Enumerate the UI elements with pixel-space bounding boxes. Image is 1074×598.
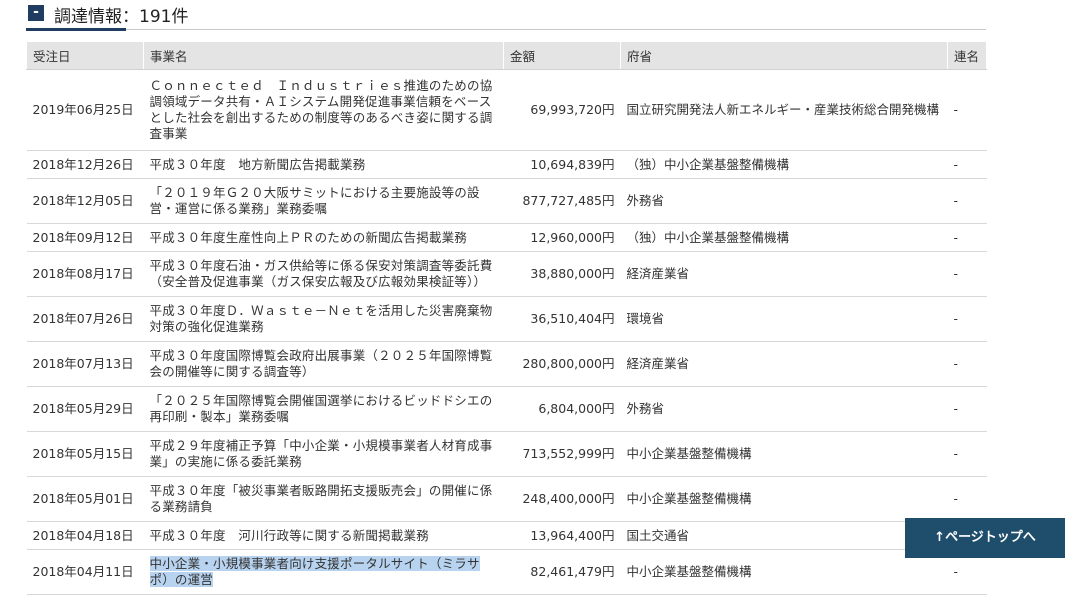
cell-ministry: 経済産業省 (620, 341, 948, 387)
cell-ministry: 国土交通省 (620, 521, 948, 550)
table-row: 2018年05月29日 「２０２５年国際博覧会開催国選挙におけるビッドドシエの再… (26, 386, 987, 432)
cell-project-name: 平成３０年度国際博覧会政府出展事業（２０２５年国際博覧会の開催等に関する調査等） (143, 341, 504, 387)
table-row: 2018年05月15日 平成２９年度補正予算「中小企業・小規模事業者人材育成事業… (26, 431, 987, 477)
section-accent-bar (26, 28, 126, 31)
table-row: 2019年06月25日 Ｃｏｎｎｅｃｔｅｄ Ｉｎｄｕｓｔｒｉｅｓ推進のための協調… (26, 69, 987, 151)
selected-text-highlight[interactable]: 中小企業・小規模事業者向け支援ポータルサイト（ミラサポ）の運営 (149, 556, 480, 587)
cell-joint: - (947, 431, 987, 477)
cell-amount: 877,727,485円 (503, 178, 621, 224)
table-row: 2018年07月26日 平成３０年度Ｄ．Ｗａｓｔｅ－Ｎｅｔを活用した災害廃棄物対… (26, 296, 987, 342)
cell-amount: 6,804,000円 (503, 386, 621, 432)
cell-amount: 13,964,400円 (503, 521, 621, 550)
cell-amount: 69,993,720円 (503, 69, 621, 151)
table-row: 2018年04月18日 平成３０年度 河川行政等に関する新聞掲載業務 13,96… (26, 521, 987, 550)
cell-project-name: 平成３０年度 河川行政等に関する新聞掲載業務 (143, 521, 504, 550)
cell-project-name: 中小企業・小規模事業者向け支援ポータルサイト（ミラサポ）の運営 (143, 549, 504, 595)
cell-ministry: 中小企業基盤整備機構 (620, 431, 948, 477)
cell-order-date: 2018年04月18日 (26, 521, 144, 550)
cell-amount: 82,461,479円 (503, 549, 621, 595)
column-header-order-date: 受注日 (26, 41, 144, 70)
cell-joint: - (947, 223, 987, 252)
cell-amount: 10,694,839円 (503, 150, 621, 179)
column-header-amount: 金額 (503, 41, 621, 70)
cell-project-name: 平成３０年度Ｄ．Ｗａｓｔｅ－Ｎｅｔを活用した災害廃棄物対策の強化促進業務 (143, 296, 504, 342)
cell-project-name: 平成３０年度「被災事業者販路開拓支援販売会」の開催に係る業務請負 (143, 476, 504, 522)
cell-ministry: 環境省 (620, 296, 948, 342)
column-header-ministry: 府省 (620, 41, 948, 70)
collapse-toggle-button[interactable]: - (28, 5, 44, 21)
cell-ministry: 中小企業基盤整備機構 (620, 549, 948, 595)
section-title: 調達情報：191件 (54, 7, 189, 27)
cell-joint: - (947, 178, 987, 224)
cell-ministry: 外務省 (620, 386, 948, 432)
cell-joint: - (947, 150, 987, 179)
cell-order-date: 2018年05月01日 (26, 476, 144, 522)
cell-amount: 248,400,000円 (503, 476, 621, 522)
cell-ministry: （独）中小企業基盤整備機構 (620, 150, 948, 179)
cell-order-date: 2018年05月29日 (26, 386, 144, 432)
procurement-table: 受注日 事業名 金額 府省 連名 2019年06月25日 Ｃｏｎｎｅｃｔｅｄ Ｉ… (26, 41, 987, 595)
cell-project-name: 平成３０年度生産性向上ＰＲのための新聞広告掲載業務 (143, 223, 504, 252)
cell-joint: - (947, 386, 987, 432)
cell-order-date: 2018年07月13日 (26, 341, 144, 387)
cell-amount: 36,510,404円 (503, 296, 621, 342)
table-row: 2018年12月05日 「２０１９年Ｇ２０大阪サミットにおける主要施設等の設営・… (26, 178, 987, 224)
cell-ministry: 経済産業省 (620, 251, 948, 297)
cell-ministry: 国立研究開発法人新エネルギー・産業技術総合開発機構 (620, 69, 948, 151)
cell-joint: - (947, 341, 987, 387)
cell-ministry: 外務省 (620, 178, 948, 224)
table-row: 2018年07月13日 平成３０年度国際博覧会政府出展事業（２０２５年国際博覧会… (26, 341, 987, 387)
cell-order-date: 2019年06月25日 (26, 69, 144, 151)
cell-order-date: 2018年12月05日 (26, 178, 144, 224)
table-row: 2018年05月01日 平成３０年度「被災事業者販路開拓支援販売会」の開催に係る… (26, 476, 987, 522)
cell-amount: 38,880,000円 (503, 251, 621, 297)
cell-project-name: Ｃｏｎｎｅｃｔｅｄ Ｉｎｄｕｓｔｒｉｅｓ推進のための協調領域データ共有・ＡＩシス… (143, 69, 504, 151)
table-row: 2018年04月11日 中小企業・小規模事業者向け支援ポータルサイト（ミラサポ）… (26, 549, 987, 595)
cell-order-date: 2018年09月12日 (26, 223, 144, 252)
cell-project-name: 「２０２５年国際博覧会開催国選挙におけるビッドドシエの再印刷・製本」業務委嘱 (143, 386, 504, 432)
cell-amount: 12,960,000円 (503, 223, 621, 252)
cell-joint: - (947, 251, 987, 297)
page-top-button[interactable]: ↑ページトップへ (905, 518, 1065, 558)
column-header-project-name: 事業名 (143, 41, 504, 70)
table-row: 2018年12月26日 平成３０年度 地方新聞広告掲載業務 10,694,839… (26, 150, 987, 179)
cell-amount: 280,800,000円 (503, 341, 621, 387)
cell-amount: 713,552,999円 (503, 431, 621, 477)
cell-order-date: 2018年04月11日 (26, 549, 144, 595)
cell-project-name: 平成３０年度 地方新聞広告掲載業務 (143, 150, 504, 179)
cell-joint: - (947, 69, 987, 151)
table-header-row: 受注日 事業名 金額 府省 連名 (26, 41, 987, 70)
section-header: - 調達情報：191件 (26, 0, 986, 31)
cell-ministry: （独）中小企業基盤整備機構 (620, 223, 948, 252)
table-row: 2018年08月17日 平成３０年度石油・ガス供給等に係る保安対策調査等委託費（… (26, 251, 987, 297)
cell-order-date: 2018年12月26日 (26, 150, 144, 179)
cell-order-date: 2018年05月15日 (26, 431, 144, 477)
cell-project-name: 平成２９年度補正予算「中小企業・小規模事業者人材育成事業」の実施に係る委託業務 (143, 431, 504, 477)
table-row: 2018年09月12日 平成３０年度生産性向上ＰＲのための新聞広告掲載業務 12… (26, 223, 987, 252)
cell-project-name: 「２０１９年Ｇ２０大阪サミットにおける主要施設等の設営・運営に係る業務」業務委嘱 (143, 178, 504, 224)
cell-order-date: 2018年08月17日 (26, 251, 144, 297)
cell-joint: - (947, 476, 987, 522)
cell-order-date: 2018年07月26日 (26, 296, 144, 342)
cell-joint: - (947, 296, 987, 342)
column-header-joint: 連名 (947, 41, 987, 70)
cell-ministry: 中小企業基盤整備機構 (620, 476, 948, 522)
cell-project-name: 平成３０年度石油・ガス供給等に係る保安対策調査等委託費（安全普及促進事業（ガス保… (143, 251, 504, 297)
